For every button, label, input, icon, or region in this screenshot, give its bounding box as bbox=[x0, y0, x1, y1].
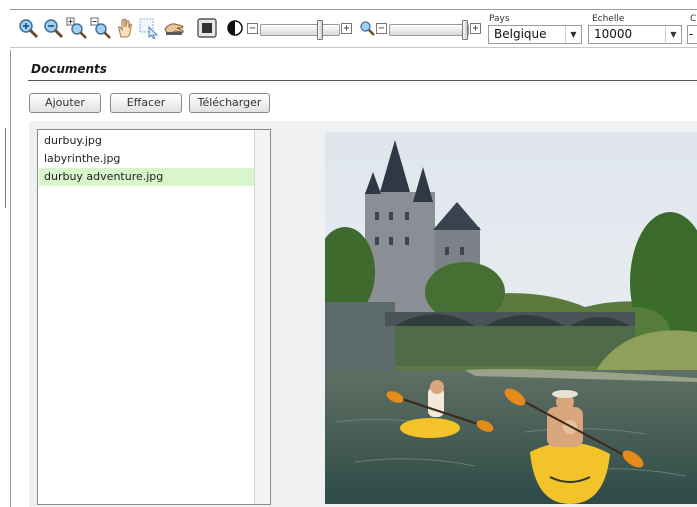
title-divider bbox=[28, 80, 697, 81]
list-item-selected[interactable]: durbuy adventure.jpg bbox=[39, 168, 255, 186]
toolbar-bottom-border bbox=[10, 47, 697, 48]
castle bbox=[365, 192, 435, 312]
contrast-icon bbox=[224, 17, 246, 39]
contrast-slider-thumb[interactable] bbox=[317, 20, 323, 40]
file-name: durbuy adventure.jpg bbox=[44, 170, 164, 183]
scrollbar[interactable] bbox=[254, 130, 270, 504]
contrast-increase-button[interactable]: + bbox=[341, 23, 352, 34]
contrast-decrease-button[interactable]: − bbox=[247, 23, 258, 34]
full-extent-icon[interactable] bbox=[196, 17, 218, 39]
third-field-label: C bbox=[690, 14, 697, 24]
select-area-icon[interactable] bbox=[138, 17, 160, 39]
kayak bbox=[400, 418, 460, 438]
toolbar-top-border bbox=[10, 9, 697, 10]
zoom-increase-button[interactable]: + bbox=[470, 23, 481, 34]
measure-hand-icon[interactable] bbox=[163, 17, 185, 39]
chevron-down-icon: ▼ bbox=[565, 26, 581, 43]
zoom-icon bbox=[356, 17, 378, 39]
pays-value: Belgique bbox=[494, 27, 547, 41]
chevron-down-icon: ▼ bbox=[665, 26, 681, 43]
pan-hand-icon[interactable] bbox=[114, 17, 136, 39]
zoom-out-icon[interactable] bbox=[42, 17, 64, 39]
page-title: Documents bbox=[31, 62, 107, 76]
contrast-slider[interactable] bbox=[260, 20, 340, 40]
echelle-label: Echelle bbox=[592, 14, 625, 24]
zoom-slider[interactable] bbox=[389, 20, 469, 40]
file-name: labyrinthe.jpg bbox=[44, 152, 121, 165]
toolbar: − + − + Pays Belgique ▼ Echelle 10000 ▼ … bbox=[0, 0, 697, 50]
file-name: durbuy.jpg bbox=[44, 134, 102, 147]
zoom-box-in-icon[interactable] bbox=[66, 17, 88, 39]
list-item[interactable]: durbuy.jpg bbox=[39, 132, 255, 150]
zoom-box-out-icon[interactable] bbox=[90, 17, 112, 39]
echelle-select[interactable]: 10000 ▼ bbox=[588, 25, 682, 44]
third-value: - bbox=[689, 27, 694, 41]
zoom-slider-thumb[interactable] bbox=[462, 20, 468, 40]
zoom-decrease-button[interactable]: − bbox=[376, 23, 387, 34]
third-select[interactable]: - bbox=[687, 25, 697, 44]
pays-select[interactable]: Belgique ▼ bbox=[488, 25, 582, 44]
splitter-handle[interactable] bbox=[5, 128, 6, 208]
echelle-value: 10000 bbox=[594, 27, 633, 41]
add-button[interactable]: Ajouter bbox=[29, 93, 101, 113]
clear-button[interactable]: Effacer bbox=[110, 93, 182, 113]
list-item[interactable]: labyrinthe.jpg bbox=[39, 150, 255, 168]
file-list: durbuy.jpg labyrinthe.jpg durbuy adventu… bbox=[37, 129, 271, 505]
panel-left-border bbox=[10, 50, 11, 507]
download-button[interactable]: Télécharger bbox=[189, 93, 270, 113]
zoom-in-icon[interactable] bbox=[17, 17, 39, 39]
photo-preview bbox=[325, 132, 697, 504]
pays-label: Pays bbox=[489, 14, 510, 24]
